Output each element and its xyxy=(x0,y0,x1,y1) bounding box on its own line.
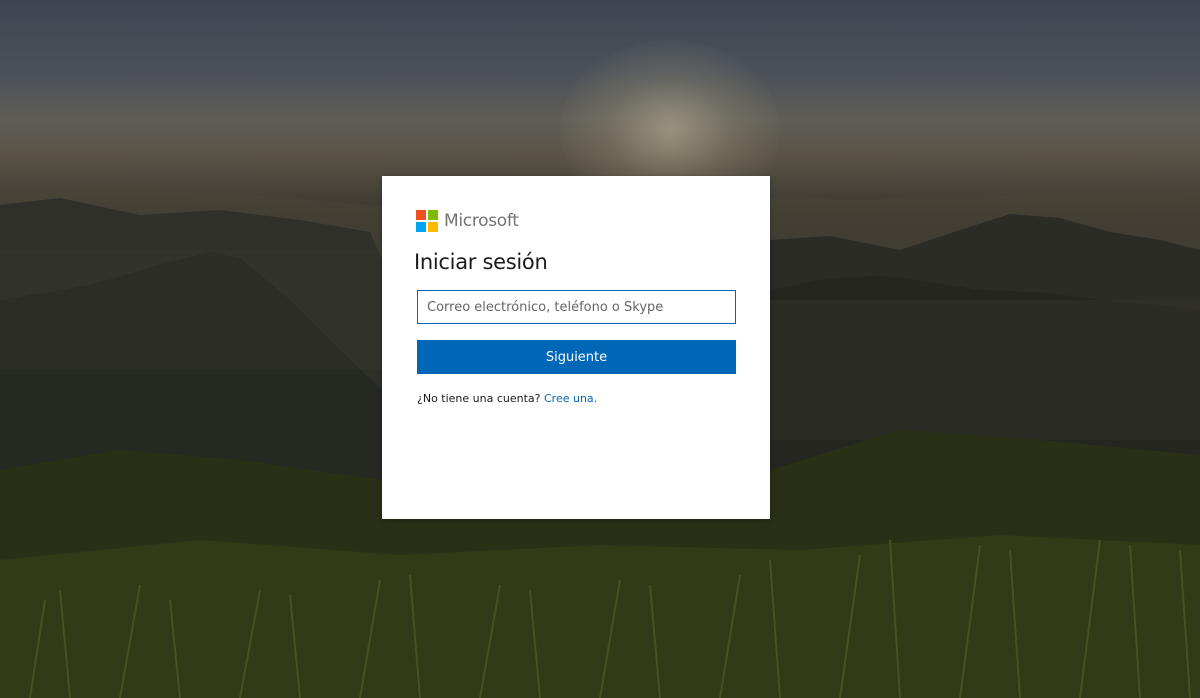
logo-square-yellow xyxy=(428,222,438,232)
email-field[interactable] xyxy=(417,290,736,324)
logo-square-green xyxy=(428,210,438,220)
signin-card: Microsoft Iniciar sesión Siguiente ¿No t… xyxy=(382,176,770,519)
brand-name: Microsoft xyxy=(444,211,519,231)
brand-logo-row: Microsoft xyxy=(416,209,519,233)
microsoft-logo-icon xyxy=(416,210,438,232)
logo-square-blue xyxy=(416,222,426,232)
no-account-text: ¿No tiene una cuenta? xyxy=(417,392,541,405)
no-account-prompt: ¿No tiene una cuenta? Cree una. xyxy=(417,392,597,405)
logo-square-red xyxy=(416,210,426,220)
page-title: Iniciar sesión xyxy=(414,250,548,274)
create-account-link[interactable]: Cree una. xyxy=(544,392,597,405)
next-button[interactable]: Siguiente xyxy=(417,340,736,374)
